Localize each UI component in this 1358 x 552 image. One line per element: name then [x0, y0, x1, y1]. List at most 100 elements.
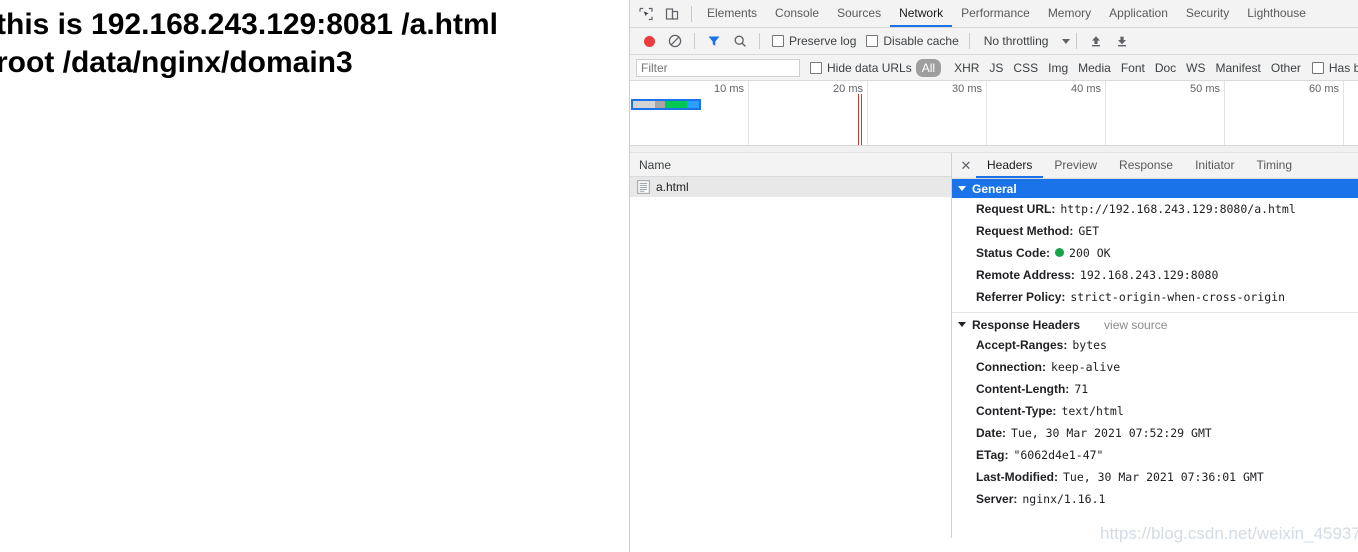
tab-lighthouse[interactable]: Lighthouse: [1238, 0, 1315, 27]
record-button[interactable]: [636, 29, 662, 53]
search-icon[interactable]: [727, 29, 753, 53]
filter-type-other[interactable]: Other: [1266, 59, 1306, 77]
header-row: Date: Tue, 30 Mar 2021 07:52:29 GMT: [952, 422, 1358, 444]
document-icon: [637, 180, 650, 194]
chevron-down-icon: [958, 322, 966, 327]
page-line-1: this is 192.168.243.129:8081 /a.html: [0, 8, 498, 41]
checkbox-box: [810, 61, 822, 74]
filter-input[interactable]: [636, 58, 800, 77]
header-value: 71: [1074, 382, 1089, 396]
detail-tab-preview[interactable]: Preview: [1043, 153, 1108, 178]
filter-type-css[interactable]: CSS: [1008, 59, 1043, 77]
header-row: Last-Modified: Tue, 30 Mar 2021 07:36:01…: [952, 466, 1358, 488]
filter-type-img[interactable]: Img: [1043, 59, 1073, 77]
export-har-icon[interactable]: [1109, 29, 1135, 53]
header-value: strict-origin-when-cross-origin: [1070, 290, 1286, 304]
header-key: Date:: [976, 426, 1007, 440]
tab-security[interactable]: Security: [1177, 0, 1238, 27]
network-toolbar: Preserve log Disable cache No throttling: [630, 28, 1358, 55]
overview-tick-50ms: 50 ms: [1190, 83, 1220, 95]
header-key: ETag:: [976, 448, 1009, 462]
network-overview-timeline[interactable]: 10 ms 20 ms 30 ms 40 ms 50 ms 60 ms: [630, 81, 1358, 153]
close-icon[interactable]: ✕: [956, 154, 976, 178]
request-detail-pane: ✕ Headers Preview Response Initiator Tim…: [952, 153, 1358, 538]
overview-tick-60ms: 60 ms: [1309, 83, 1339, 95]
header-key: Accept-Ranges:: [976, 338, 1068, 352]
tab-memory[interactable]: Memory: [1039, 0, 1100, 27]
preserve-log-checkbox[interactable]: Preserve log: [772, 34, 856, 48]
detail-tab-initiator[interactable]: Initiator: [1184, 153, 1245, 178]
hide-data-urls-checkbox[interactable]: Hide data URLs: [810, 61, 912, 75]
response-header-rows: Accept-Ranges: bytes Connection: keep-al…: [952, 334, 1358, 510]
devtools-tabstrip: Elements Console Sources Network Perform…: [630, 0, 1358, 28]
tab-elements[interactable]: Elements: [698, 0, 766, 27]
table-row[interactable]: a.html: [630, 177, 951, 197]
header-value: bytes: [1072, 338, 1107, 352]
column-header-name[interactable]: Name: [630, 153, 951, 177]
header-row-status: Status Code: 200 OK: [952, 242, 1358, 264]
header-row: Content-Type: text/html: [952, 400, 1358, 422]
overview-tick-10ms: 10 ms: [714, 83, 744, 95]
checkbox-box: [866, 35, 879, 47]
header-value: Tue, 30 Mar 2021 07:36:01 GMT: [1063, 470, 1264, 484]
filter-type-manifest[interactable]: Manifest: [1211, 59, 1266, 77]
load-event-line: [861, 94, 862, 152]
request-detail-tabs: ✕ Headers Preview Response Initiator Tim…: [952, 153, 1358, 179]
chevron-down-icon: [1062, 38, 1071, 44]
network-filter-bar: Hide data URLs All XHR JS CSS Img Media …: [630, 55, 1358, 81]
section-title: General: [972, 181, 1017, 196]
screen: this is 192.168.243.129:8081 /a.html roo…: [0, 0, 1358, 552]
tab-network[interactable]: Network: [890, 0, 952, 27]
overview-resize-divider[interactable]: [630, 145, 1358, 152]
filter-type-font[interactable]: Font: [1116, 59, 1150, 77]
throttling-dropdown[interactable]: No throttling: [984, 34, 1071, 48]
detail-tab-headers[interactable]: Headers: [976, 153, 1043, 178]
view-source-link[interactable]: view source: [1104, 318, 1167, 332]
filter-type-all[interactable]: All: [915, 58, 942, 77]
header-value: Tue, 30 Mar 2021 07:52:29 GMT: [1011, 426, 1212, 440]
header-value: http://192.168.243.129:8080/a.html: [1060, 202, 1296, 216]
detail-tab-timing[interactable]: Timing: [1245, 153, 1303, 178]
toolbar-separator: [694, 33, 695, 49]
filter-type-xhr[interactable]: XHR: [949, 59, 984, 77]
request-name: a.html: [656, 180, 689, 194]
overview-tick-20ms: 20 ms: [833, 83, 863, 95]
header-row: ETag: "6062d4e1-47": [952, 444, 1358, 466]
section-title: Response Headers: [972, 317, 1081, 332]
overview-tick-30ms: 30 ms: [952, 83, 982, 95]
header-value: 200 OK: [1069, 246, 1111, 260]
filter-type-js[interactable]: JS: [984, 59, 1008, 77]
header-row: Remote Address: 192.168.243.129:8080: [952, 264, 1358, 286]
preserve-log-label: Preserve log: [789, 34, 857, 48]
detail-tab-response[interactable]: Response: [1108, 153, 1184, 178]
has-blocked-cookies-checkbox[interactable]: Has bloc: [1311, 61, 1358, 75]
header-value: "6062d4e1-47": [1013, 448, 1104, 462]
clear-button[interactable]: [662, 29, 688, 53]
filter-icon[interactable]: [701, 29, 727, 53]
tab-application[interactable]: Application: [1100, 0, 1177, 27]
section-header-response-headers[interactable]: Response Headers view source: [952, 315, 1358, 334]
overview-tick-40ms: 40 ms: [1071, 83, 1101, 95]
tab-console[interactable]: Console: [766, 0, 828, 27]
filter-type-ws[interactable]: WS: [1181, 59, 1210, 77]
header-key: Connection:: [976, 360, 1046, 374]
header-key: Remote Address:: [976, 268, 1075, 282]
page-text-block: this is 192.168.243.129:8081 /a.html roo…: [0, 0, 629, 82]
header-row: Request Method: GET: [952, 220, 1358, 242]
header-row: Referrer Policy: strict-origin-when-cros…: [952, 286, 1358, 308]
import-har-icon[interactable]: [1083, 29, 1109, 53]
header-value: 192.168.243.129:8080: [1079, 268, 1219, 282]
tab-performance[interactable]: Performance: [952, 0, 1039, 27]
inspect-element-icon[interactable]: [633, 1, 659, 27]
filter-type-media[interactable]: Media: [1073, 59, 1116, 77]
tab-sources[interactable]: Sources: [828, 0, 890, 27]
devtools-panel: Elements Console Sources Network Perform…: [629, 0, 1358, 552]
filter-type-doc[interactable]: Doc: [1150, 59, 1181, 77]
header-key: Last-Modified:: [976, 470, 1058, 484]
disable-cache-label: Disable cache: [883, 34, 959, 48]
header-key: Status Code:: [976, 246, 1051, 260]
disable-cache-checkbox[interactable]: Disable cache: [866, 34, 959, 48]
device-toolbar-icon[interactable]: [659, 1, 685, 27]
header-key: Server:: [976, 492, 1018, 506]
section-header-general[interactable]: General: [952, 179, 1358, 198]
